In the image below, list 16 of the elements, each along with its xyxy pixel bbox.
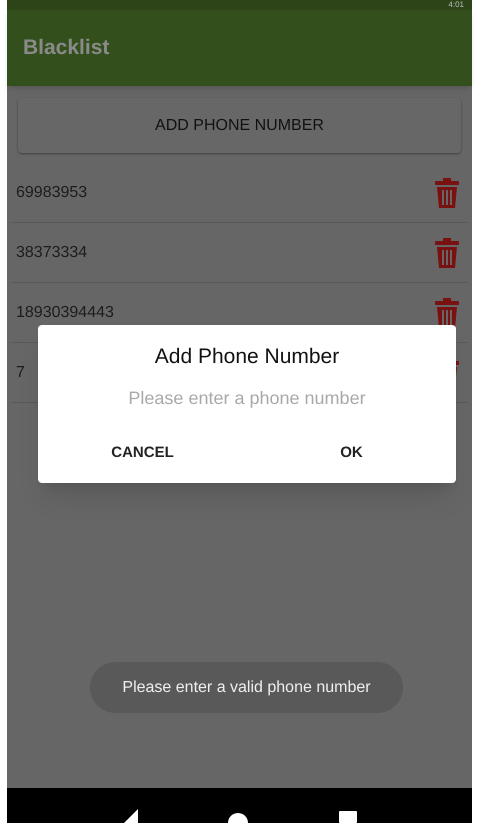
app-title: Blacklist xyxy=(23,35,110,62)
back-icon[interactable] xyxy=(122,809,138,823)
dialog-button[interactable]: CANCEL xyxy=(38,433,247,473)
add-phone-number-button[interactable]: ADD PHONE NUMBER xyxy=(18,98,461,153)
phone-number: 7 xyxy=(16,362,25,382)
number-row[interactable]: 38373334 xyxy=(11,223,468,283)
phone-number: 69983953 xyxy=(16,182,88,202)
dialog-title: Add Phone Number xyxy=(154,344,340,370)
home-icon[interactable] xyxy=(228,811,248,823)
dialog-button[interactable]: OK xyxy=(247,433,456,473)
phone-number: 18930394443 xyxy=(16,302,114,322)
number-row[interactable]: 69983953 xyxy=(11,163,468,223)
status-time: 4:01 xyxy=(448,1,464,9)
toast-message: Please enter a valid phone number xyxy=(122,678,371,698)
recents-icon[interactable] xyxy=(338,811,357,823)
phone-number: 38373334 xyxy=(16,242,88,262)
